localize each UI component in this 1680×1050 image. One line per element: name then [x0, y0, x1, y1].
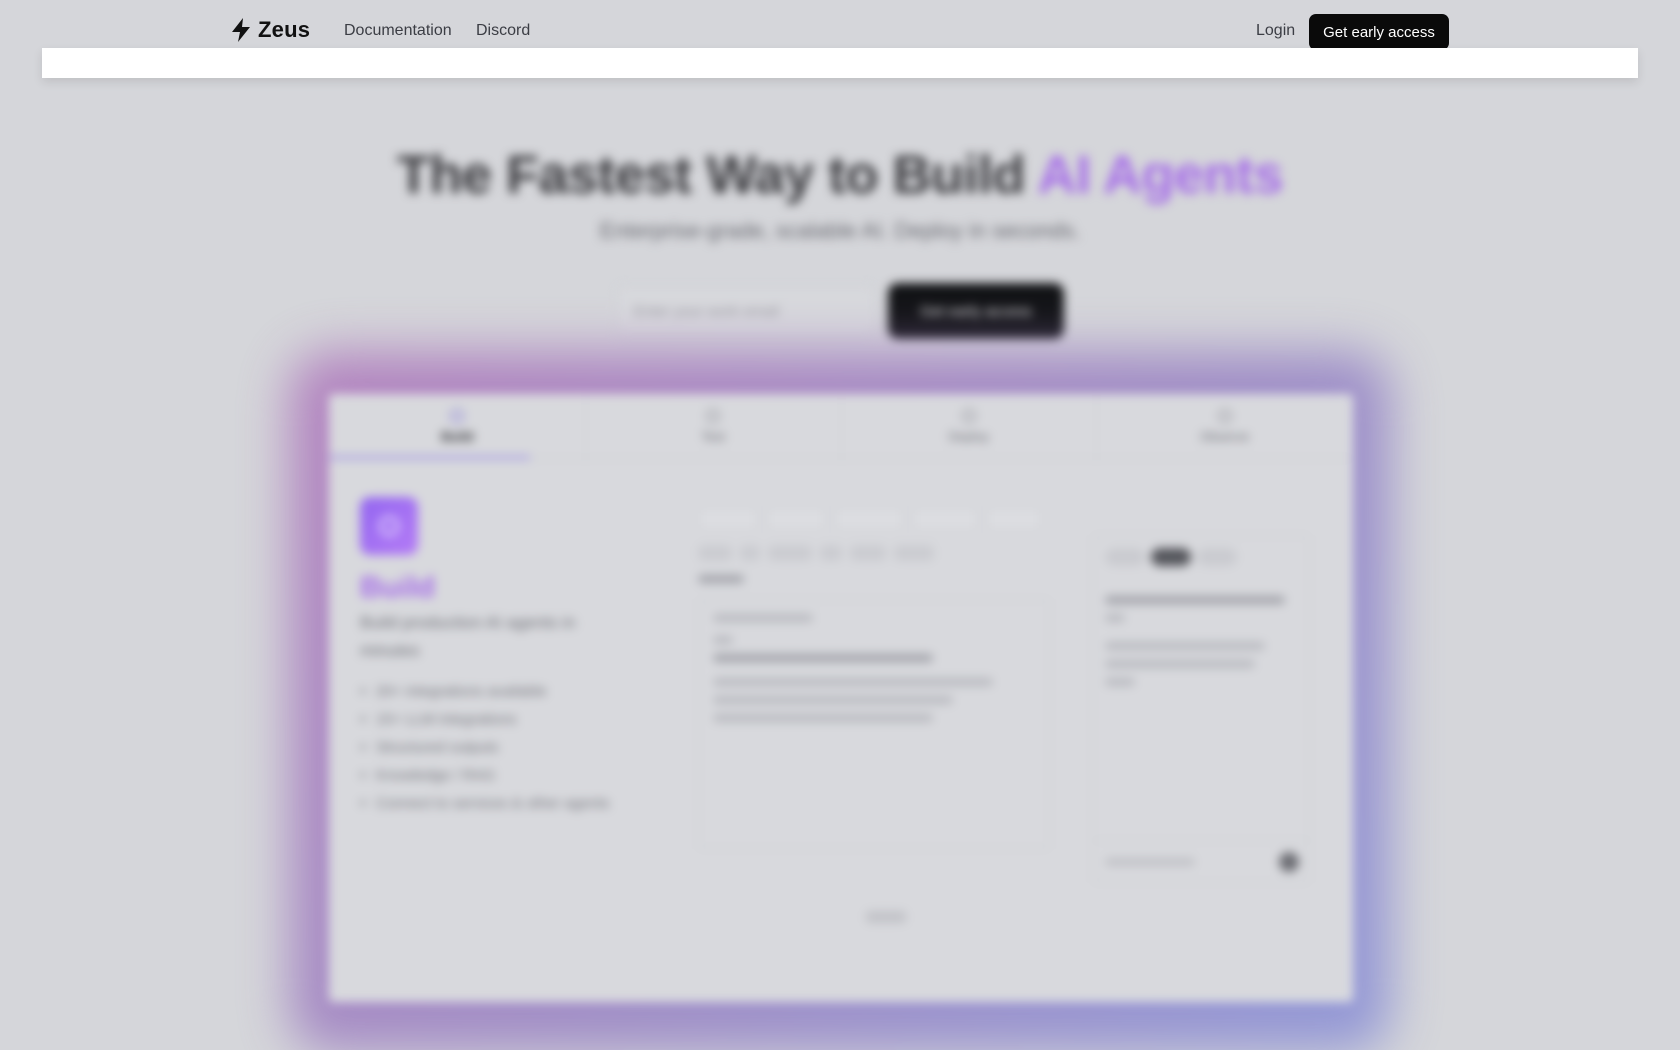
list-item: Connect to services & other agents	[360, 789, 609, 817]
email-input[interactable]	[617, 286, 875, 336]
list-item: 20+ integrations available	[360, 677, 609, 705]
tab-label: Test	[701, 429, 726, 444]
nav-link-discord[interactable]: Discord	[476, 22, 530, 40]
product-preview: Build Test Deploy Observe Build Build pr…	[330, 395, 1352, 1001]
tab-label: Observe	[1200, 429, 1250, 444]
mock-chip-row-secondary	[698, 545, 1050, 561]
tab-observe[interactable]: Observe	[1097, 395, 1352, 458]
feature-title: Build	[360, 571, 435, 604]
tab-build[interactable]: Build	[330, 395, 586, 459]
mock-panel	[698, 599, 1050, 849]
hero-title-accent: AI Agents	[1037, 145, 1284, 205]
hero-subtitle: Enterprise-grade, scalable AI. Deploy in…	[599, 218, 1081, 243]
send-icon	[1279, 851, 1299, 872]
list-item: Structured outputs	[360, 733, 609, 761]
list-item: Knowledge / RAG	[360, 761, 609, 789]
login-link[interactable]: Login	[1256, 22, 1295, 40]
lightning-bolt-icon	[232, 18, 250, 42]
test-tab-icon	[706, 409, 721, 423]
brand-logo-link[interactable]: Zeus	[230, 17, 310, 43]
get-early-access-button[interactable]: Get early access	[1309, 14, 1449, 50]
tab-label: Deploy	[948, 429, 990, 444]
preview-tabs: Build Test Deploy Observe	[330, 395, 1352, 459]
hero-section: The Fastest Way to Build AI Agents Enter…	[0, 90, 1680, 1050]
hero-title: The Fastest Way to Build AI Agents	[0, 144, 1680, 206]
hero-cta-button[interactable]: Get early access	[888, 283, 1064, 339]
list-item: 15+ LLM integrations	[360, 705, 609, 733]
mock-chip-row	[698, 507, 1050, 531]
mock-chat-panel	[1092, 535, 1311, 883]
mock-chat-input	[1093, 840, 1311, 882]
feature-list: 20+ integrations available 15+ LLM integ…	[360, 677, 609, 817]
hero-title-main: The Fastest Way to Build	[396, 145, 1038, 205]
tab-label: Build	[441, 429, 474, 444]
banner-strip	[42, 48, 1638, 78]
brand-name: Zeus	[258, 17, 311, 42]
observe-tab-icon	[1217, 409, 1232, 423]
deploy-tab-icon	[961, 409, 976, 423]
tab-deploy[interactable]: Deploy	[842, 395, 1098, 458]
mock-editor	[698, 507, 1050, 873]
build-feature-icon	[360, 497, 418, 555]
tab-test[interactable]: Test	[586, 395, 842, 458]
feature-description: Build production AI agents in minutes	[360, 613, 576, 660]
mock-segmented-control	[1105, 548, 1297, 566]
nav-link-documentation[interactable]: Documentation	[344, 22, 452, 40]
mock-footer	[866, 911, 906, 923]
build-tab-icon	[450, 409, 465, 423]
